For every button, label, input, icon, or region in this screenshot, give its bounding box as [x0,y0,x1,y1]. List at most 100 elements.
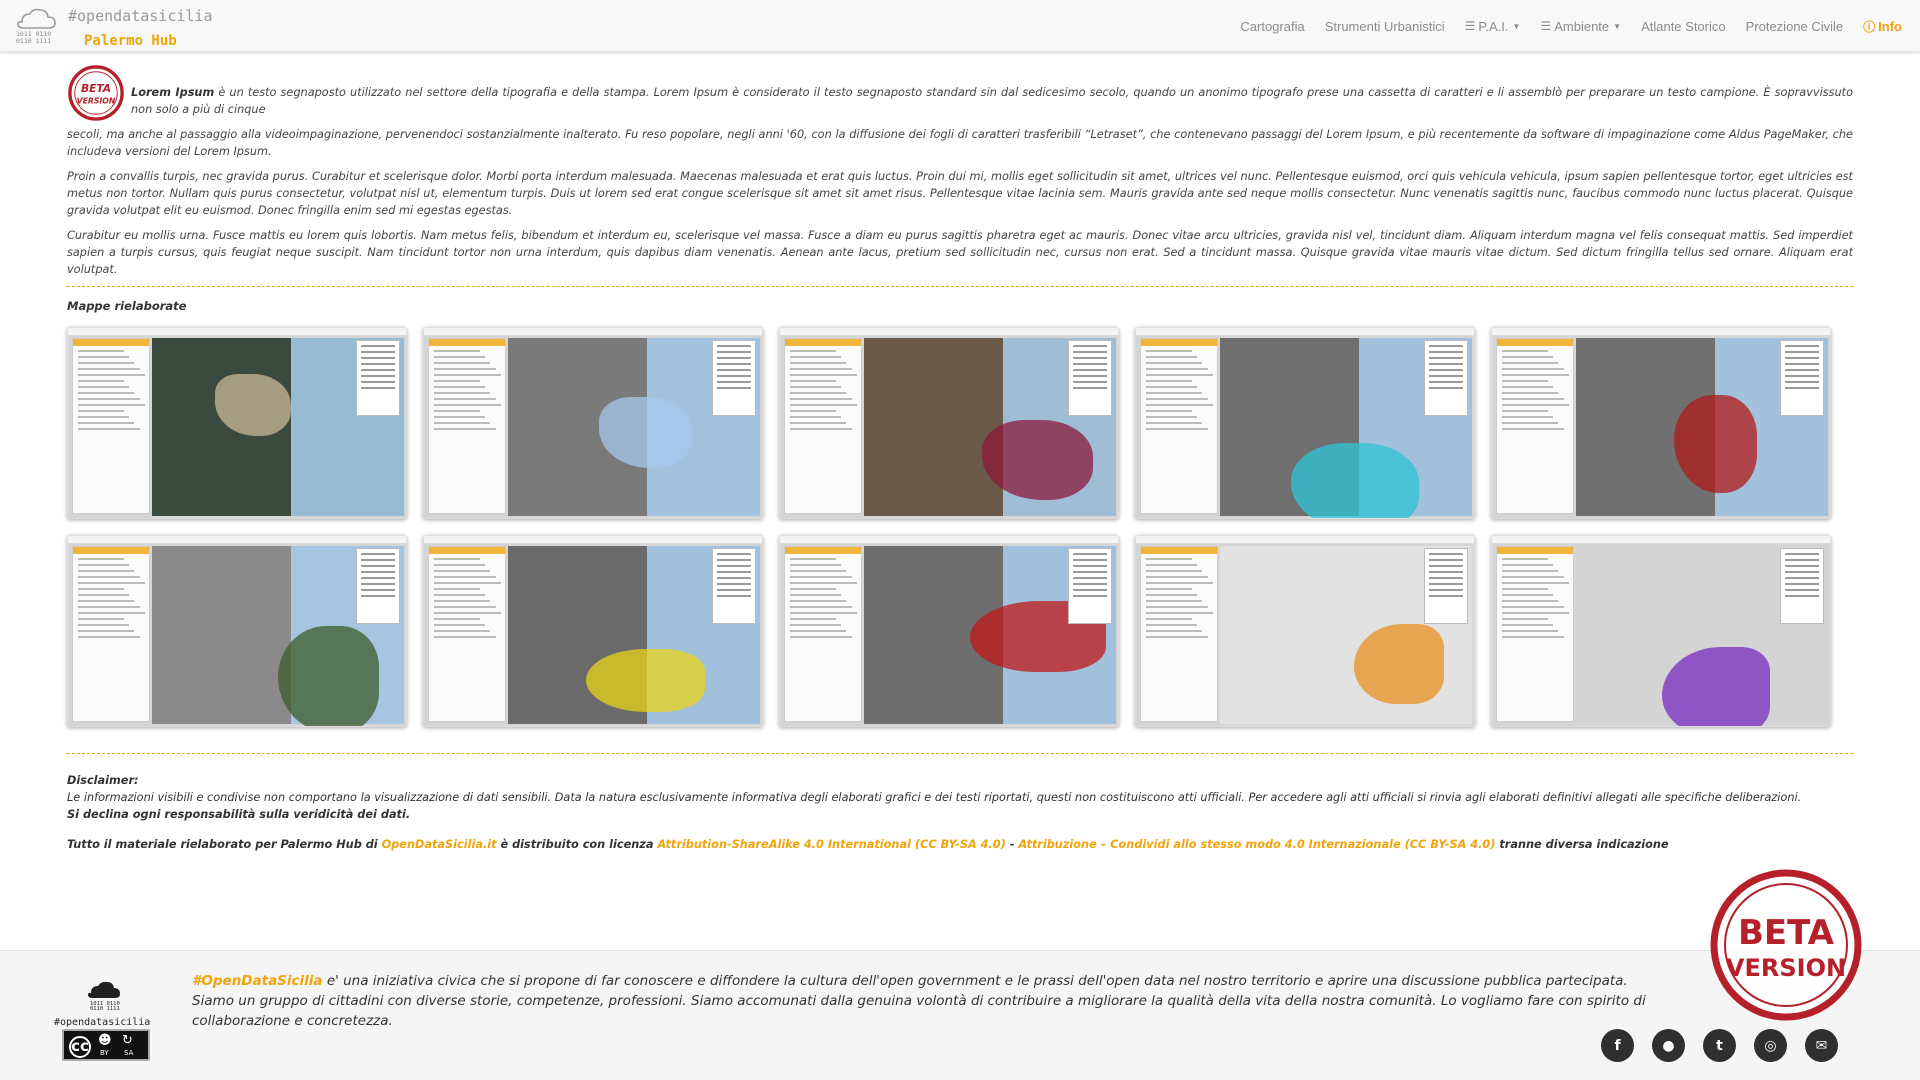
svg-text:0110 1111: 0110 1111 [90,1006,120,1011]
thumbnail-toolbar [780,536,1118,544]
email-icon[interactable]: ✉ [1805,1029,1838,1062]
thumbnail-toolbar [1492,328,1830,336]
nav-item-label: Ambiente [1554,18,1610,34]
beta-version-stamp-icon: BETA VERSION [1710,869,1862,1021]
nav-item-atlante-storico[interactable]: Atlante Storico [1641,19,1726,34]
license-suffix: tranne diversa indicazione [1495,838,1669,851]
thumbnail-side-panel [1496,338,1574,514]
disclaimer-text: Le informazioni visibili e condivise non… [67,791,1802,804]
thumbnail-toolbar [68,328,406,336]
footer-description: #OpenDataSicilia e' una iniziativa civic… [192,971,1712,1031]
footer-logo: 1011 0110 0110 1111 #opendatasicilia [54,979,154,1028]
map-thumbnail[interactable] [1135,535,1475,727]
thumbnail-toolbar [1492,536,1830,544]
thumbnail-legend [356,548,400,624]
nav-item-strumenti-urbanistici[interactable]: Strumenti Urbanistici [1325,19,1445,34]
intro-lead: Lorem Ipsum [131,86,215,99]
nav-item-info[interactable]: ⓘ Info [1863,18,1902,35]
nav-item-ambiente[interactable]: ☰ Ambiente ▼ [1540,19,1621,34]
map-thumbnail[interactable] [67,327,407,519]
map-thumbnail[interactable] [423,535,763,727]
map-thumbnail[interactable] [1491,535,1831,727]
thumbnail-legend [1068,548,1112,624]
nav-item-label: Strumenti Urbanistici [1324,18,1445,34]
thumbnail-side-panel [1140,546,1218,722]
divider [67,753,1853,754]
maps-thumbnail-grid [67,327,1853,727]
svg-text:0110 1111: 0110 1111 [16,37,51,45]
footer-logo-tag: #opendatasicilia [54,1017,151,1028]
nav-item-pai[interactable]: ☰ P.A.I. ▼ [1465,19,1521,34]
thumbnail-toolbar [1136,536,1474,544]
by-person-icon: ☻ [98,1033,112,1048]
thumbnail-legend [712,340,756,416]
beta-badge-line2: VERSION [77,97,116,106]
cc-sa-label: SA [124,1049,134,1057]
cc-by-sa-badge[interactable]: cc ☻ ↻ BY SA [62,1029,150,1061]
twitter-icon[interactable]: t [1703,1029,1736,1062]
social-links: f ● t ◎ ✉ [1583,1029,1838,1062]
caret-down-icon: ▼ [1512,21,1521,31]
beta-badge-line1: BETA [81,82,111,95]
thumbnail-side-panel [428,338,506,514]
nav-item-label: Info [1878,18,1902,34]
intro-paragraph-2: Proin a convallis turpis, nec gravida pu… [67,170,1853,217]
map-thumbnail[interactable] [779,327,1119,519]
opendatasicilia-link[interactable]: OpenDataSicilia.it [382,838,497,851]
share-alike-icon: ↻ [122,1033,133,1048]
footer-line1: e' una iniziativa civica che si propone … [322,973,1628,989]
thumbnail-toolbar [424,536,762,544]
intro-p1-a: è un testo segnaposto utilizzato nel set… [131,86,1853,116]
thumbnail-legend [1068,340,1112,416]
disclaimer-title: Disclaimer: [67,774,139,787]
thumbnail-side-panel [72,338,150,514]
map-thumbnail[interactable] [1135,327,1475,519]
facebook-icon[interactable]: f [1601,1029,1634,1062]
brand-logo[interactable]: 1011 0110 0110 1111 #opendatasicilia Pal… [12,4,232,50]
intro-paragraph-1: Lorem Ipsum è un testo segnaposto utiliz… [67,64,1853,118]
footer: 1011 0110 0110 1111 #opendatasicilia cc … [0,950,1920,1080]
thumbnail-side-panel [1140,338,1218,514]
caret-down-icon: ▼ [1613,21,1622,31]
footer-line2: Siamo un gruppo di cittadini con diverse… [192,993,1646,1029]
cc-by-label: BY [100,1049,109,1057]
license-line: Tutto il materiale rielaborato per Paler… [67,838,1853,851]
intro-text: BETA VERSION Lorem Ipsum è un testo segn… [67,64,1853,278]
thumbnail-legend [1424,548,1468,624]
maps-section-title: Mappe rielaborate [67,299,187,313]
thumbnail-legend [1780,548,1824,624]
nav-item-label: Protezione Civile [1745,18,1844,34]
intro-paragraph-1b: secoli, ma anche al passaggio alla video… [67,128,1853,158]
cc-icon: cc [69,1036,91,1058]
footer-brand-link[interactable]: #OpenDataSicilia [192,973,323,989]
cc-by-sa-international-link[interactable]: Attribution-ShareAlike 4.0 International… [657,838,1005,851]
nav-item-protezione-civile[interactable]: Protezione Civile [1746,19,1844,34]
nav-item-cartografia[interactable]: Cartografia [1240,19,1304,34]
thumbnail-legend [1780,340,1824,416]
github-icon[interactable]: ● [1652,1029,1685,1062]
list-icon: ☰ [1464,19,1476,33]
thumbnail-toolbar [780,328,1118,336]
thumbnail-legend [356,340,400,416]
info-icon: ⓘ [1863,19,1876,34]
map-thumbnail[interactable] [423,327,763,519]
brand-hashtag: #opendatasicilia [68,7,213,25]
beta-stamp-line2: VERSION [1726,954,1846,982]
nav-item-label: P.A.I. [1478,18,1509,34]
map-thumbnail[interactable] [67,535,407,727]
thumbnail-side-panel [784,546,862,722]
nav-item-label: Cartografia [1240,18,1305,34]
cc-by-sa-italian-link[interactable]: Attribuzione – Condividi allo stesso mod… [1018,838,1495,851]
cloud-binary-logo-icon: 1011 0110 0110 1111 [16,8,56,45]
thumbnail-side-panel [72,546,150,722]
beta-stamp-line1: BETA [1738,913,1835,953]
disclaimer: Disclaimer: Le informazioni visibili e c… [67,772,1853,823]
globe-icon[interactable]: ◎ [1754,1029,1787,1062]
top-navbar: 1011 0110 0110 1111 #opendatasicilia Pal… [0,0,1920,52]
map-thumbnail[interactable] [779,535,1119,727]
thumbnail-toolbar [68,536,406,544]
thumbnail-side-panel [784,338,862,514]
license-prefix: Tutto il materiale rielaborato per Paler… [67,838,382,851]
map-thumbnail[interactable] [1491,327,1831,519]
thumbnail-legend [1424,340,1468,416]
